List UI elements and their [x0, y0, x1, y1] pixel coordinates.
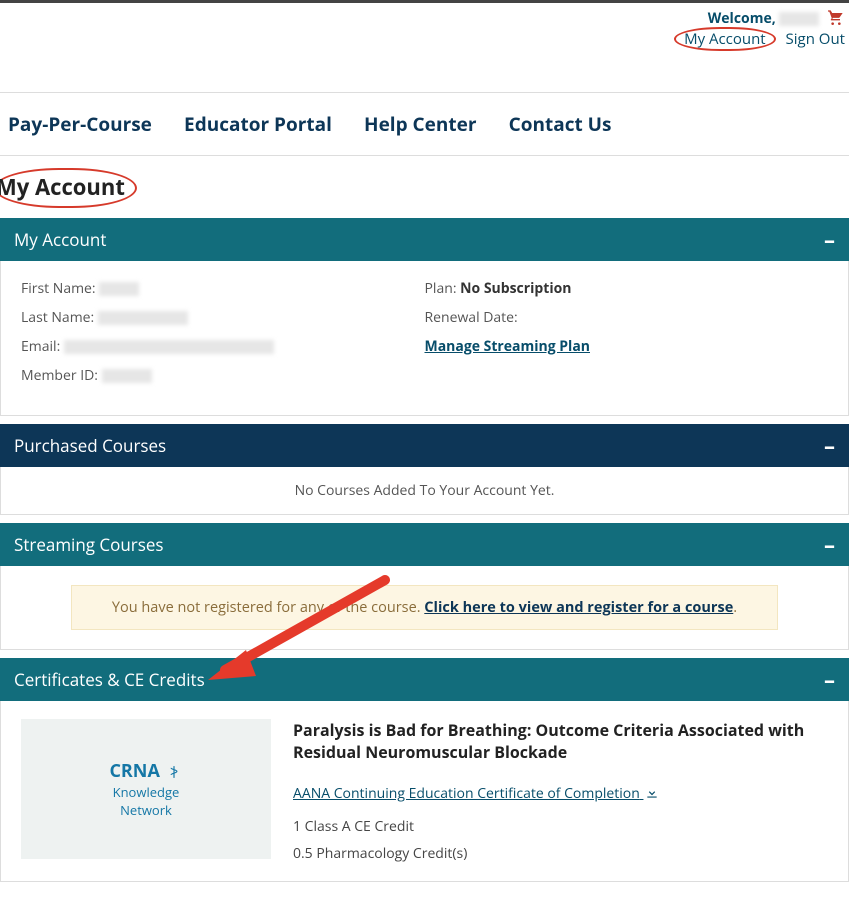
panel-title: Purchased Courses: [14, 434, 166, 457]
account-links: My Account Sign Out: [668, 29, 845, 49]
label-plan: Plan:: [425, 279, 457, 298]
nav-educator-portal[interactable]: Educator Portal: [184, 111, 332, 137]
panel-certificates: Certificates & CE Credits – CRNA Knowled…: [0, 658, 849, 882]
notice-text: You have not registered for any of the c…: [112, 598, 424, 617]
welcome-username: [779, 12, 819, 26]
link-certificate-download[interactable]: AANA Continuing Education Certificate of…: [293, 784, 659, 803]
nav-contact-us[interactable]: Contact Us: [509, 111, 612, 137]
thumb-sub2: Network: [120, 801, 172, 819]
panel-header-certificates[interactable]: Certificates & CE Credits –: [0, 658, 849, 701]
certificate-link-text: AANA Continuing Education Certificate of…: [293, 784, 640, 803]
panel-purchased-courses: Purchased Courses – No Courses Added To …: [0, 424, 849, 515]
panel-my-account: My Account – First Name: Last Name: Emai…: [0, 218, 849, 416]
course-title: Paralysis is Bad for Breathing: Outcome …: [293, 719, 838, 763]
cart-icon[interactable]: [827, 9, 845, 25]
panel-title: Certificates & CE Credits: [14, 668, 205, 691]
panel-title: My Account: [14, 228, 106, 251]
label-member-id: Member ID:: [21, 366, 98, 385]
certificate-row: CRNA Knowledge Network Paralysis is Bad …: [1, 701, 848, 881]
collapse-icon: –: [824, 538, 835, 552]
link-manage-streaming[interactable]: Manage Streaming Plan: [425, 337, 591, 356]
collapse-icon: –: [824, 233, 835, 247]
main-nav: Pay-Per-Course Educator Portal Help Cent…: [0, 92, 849, 156]
label-renewal-date: Renewal Date:: [425, 308, 518, 327]
thumb-sub1: Knowledge: [113, 783, 180, 801]
purchased-empty-msg: No Courses Added To Your Account Yet.: [0, 467, 849, 515]
panel-streaming-courses: Streaming Courses – You have not registe…: [0, 523, 849, 650]
page-title-text: My Account: [0, 168, 137, 208]
panel-header-my-account[interactable]: My Account –: [0, 218, 849, 261]
value-member-id: [102, 369, 152, 383]
collapse-icon: –: [824, 673, 835, 687]
collapse-icon: –: [824, 439, 835, 453]
panel-title: Streaming Courses: [14, 533, 163, 556]
page-title: My Account: [0, 156, 849, 210]
credit-line-a: 1 Class A CE Credit: [293, 817, 838, 836]
label-last-name: Last Name:: [21, 308, 94, 327]
credit-line-b: 0.5 Pharmacology Credit(s): [293, 844, 838, 863]
panel-header-streaming[interactable]: Streaming Courses –: [0, 523, 849, 566]
top-bar: Welcome, My Account Sign Out: [0, 3, 849, 30]
link-sign-out[interactable]: Sign Out: [786, 29, 845, 49]
value-last-name: [98, 311, 188, 325]
streaming-notice: You have not registered for any of the c…: [71, 585, 778, 630]
course-thumbnail: CRNA Knowledge Network: [21, 719, 271, 859]
label-email: Email:: [21, 337, 60, 356]
caduceus-icon: [165, 765, 183, 779]
thumb-title: CRNA: [109, 759, 159, 783]
panel-header-purchased[interactable]: Purchased Courses –: [0, 424, 849, 467]
welcome-text: Welcome,: [708, 9, 776, 28]
label-first-name: First Name:: [21, 279, 96, 298]
value-plan: No Subscription: [460, 279, 571, 298]
nav-help-center[interactable]: Help Center: [364, 111, 476, 137]
value-email: [64, 340, 274, 354]
value-first-name: [99, 282, 139, 296]
nav-pay-per-course[interactable]: Pay-Per-Course: [8, 111, 152, 137]
link-register-course[interactable]: Click here to view and register for a co…: [424, 598, 733, 617]
link-my-account[interactable]: My Account: [674, 27, 776, 51]
download-icon: [645, 786, 659, 800]
